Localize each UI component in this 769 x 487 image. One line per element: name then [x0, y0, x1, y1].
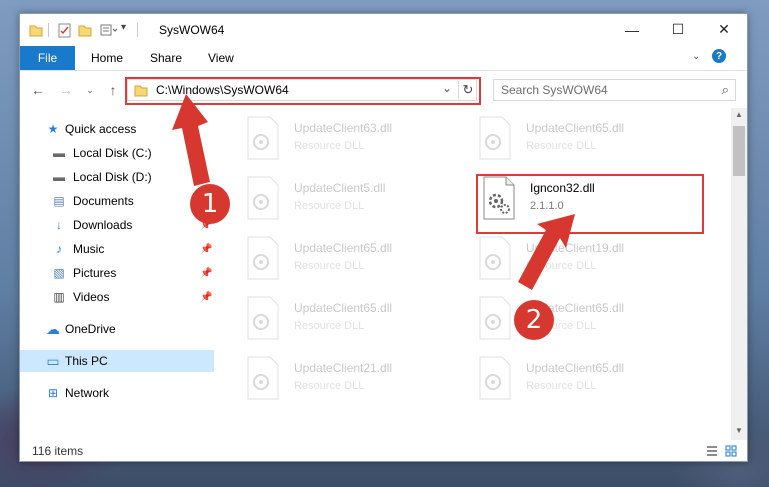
arrow-2	[518, 214, 575, 290]
annotation-arrows	[172, 94, 575, 290]
arrow-1	[172, 94, 210, 186]
step-2-badge: 2	[514, 300, 554, 340]
step-1-badge: 1	[190, 184, 230, 224]
